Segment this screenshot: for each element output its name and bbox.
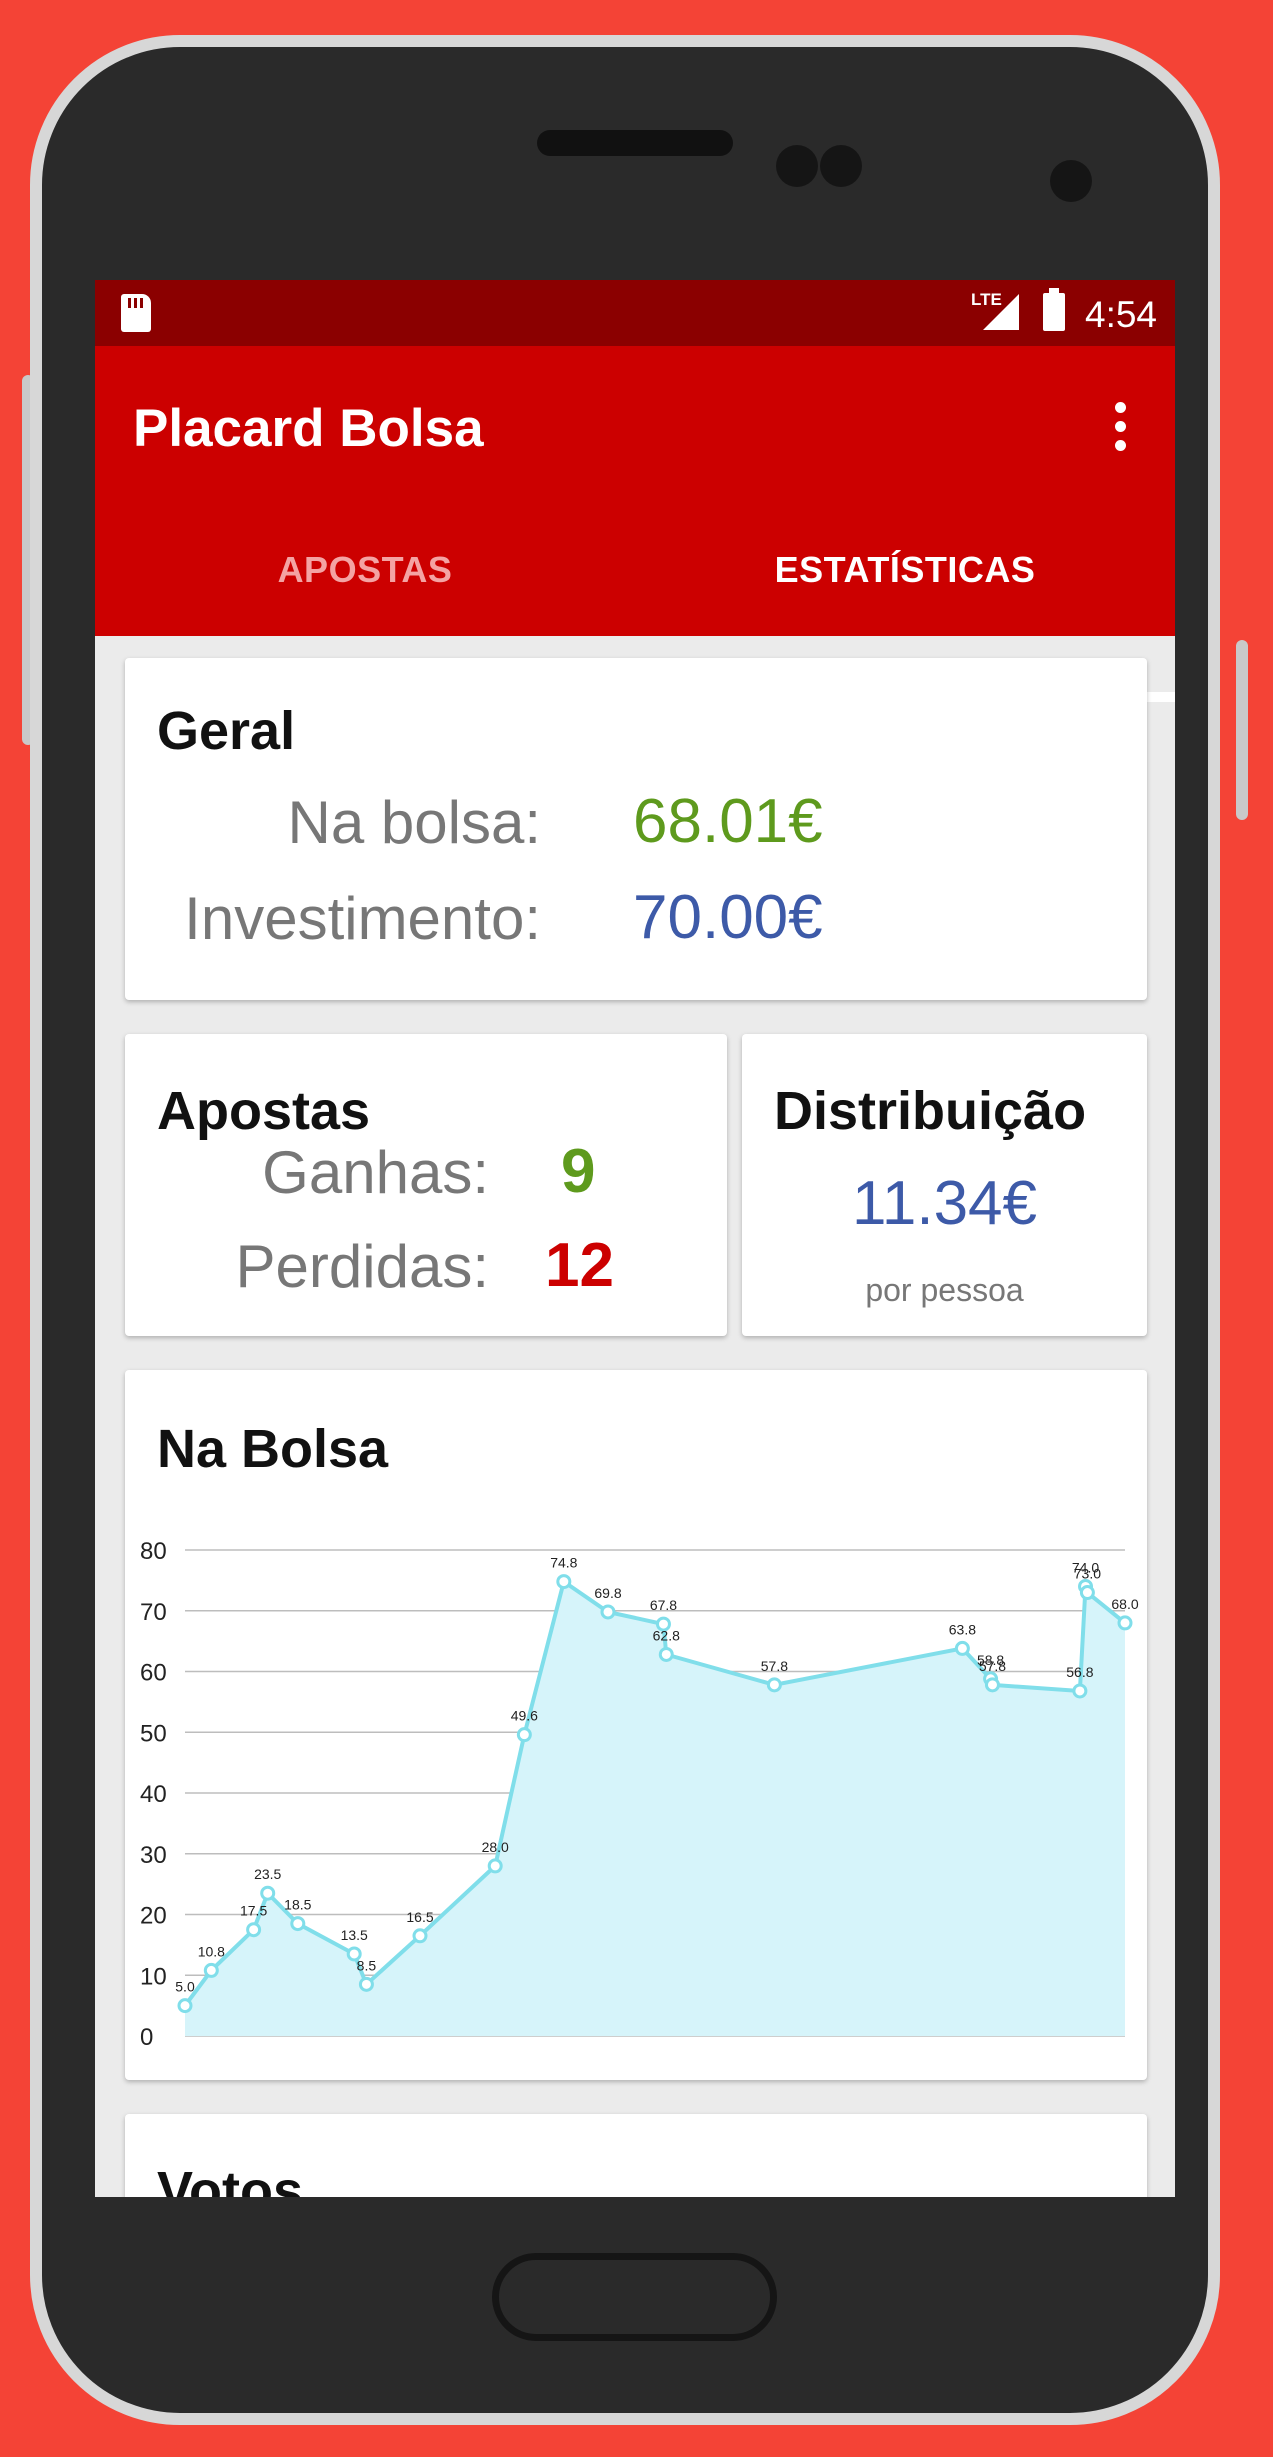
distribuicao-card: Distribuição 11.34€ por pessoa bbox=[742, 1034, 1147, 1336]
tab-estatisticas[interactable]: ESTATÍSTICAS bbox=[635, 536, 1175, 636]
tab-apostas[interactable]: APOSTAS bbox=[95, 536, 635, 636]
battery-icon bbox=[1043, 288, 1065, 331]
distribuicao-title: Distribuição bbox=[774, 1081, 1087, 1141]
na-bolsa-label: Na bolsa: bbox=[287, 789, 541, 856]
data-point bbox=[1072, 1683, 1088, 1699]
phone-sensor-1 bbox=[776, 145, 818, 187]
na-bolsa-chart-card: Na Bolsa 0 10 20 30 40 50 60 70 80 5.0 10.8 17.5 23.… bbox=[125, 1370, 1147, 2080]
y-tick-label: 20 bbox=[140, 1903, 167, 1930]
data-label: 74.8 bbox=[550, 1555, 577, 1571]
series-area bbox=[185, 1581, 1125, 2036]
na-bolsa-value: 68.01€ bbox=[633, 787, 823, 856]
data-label: 10.8 bbox=[198, 1943, 225, 1959]
data-label: 8.5 bbox=[357, 1957, 377, 1973]
data-label: 13.5 bbox=[341, 1927, 368, 1943]
data-label: 28.0 bbox=[482, 1839, 509, 1855]
distribuicao-value: 11.34€ bbox=[851, 1169, 1038, 1238]
data-point bbox=[516, 1727, 532, 1743]
data-label: 17.5 bbox=[240, 1903, 267, 1919]
data-label: 57.8 bbox=[761, 1658, 788, 1674]
data-label: 5.0 bbox=[175, 1979, 195, 1995]
votos-card: Votos bbox=[125, 2114, 1147, 2197]
y-tick-label: 60 bbox=[140, 1660, 167, 1687]
data-point bbox=[290, 1916, 306, 1932]
investimento-label: Investimento: bbox=[184, 885, 541, 952]
phone-speaker bbox=[537, 130, 733, 156]
app-bar: Placard Bolsa APOSTAS ESTATÍSTICAS bbox=[95, 346, 1175, 702]
data-label: 63.8 bbox=[949, 1621, 976, 1637]
data-label: 16.5 bbox=[406, 1909, 433, 1925]
data-point bbox=[766, 1677, 782, 1693]
investimento-value: 70.00€ bbox=[633, 883, 823, 952]
overflow-menu-icon[interactable] bbox=[1115, 402, 1127, 456]
y-tick-label: 80 bbox=[140, 1538, 167, 1565]
home-button[interactable] bbox=[492, 2253, 777, 2341]
data-point bbox=[246, 1922, 262, 1938]
y-tick-label: 50 bbox=[140, 1720, 167, 1747]
phone-sensor-2 bbox=[820, 145, 862, 187]
data-point bbox=[600, 1604, 616, 1620]
data-point bbox=[1117, 1615, 1133, 1631]
data-label: 57.8 bbox=[979, 1658, 1006, 1674]
ganhas-value: 9 bbox=[561, 1137, 596, 1206]
data-point bbox=[954, 1640, 970, 1656]
data-label: 69.8 bbox=[594, 1585, 621, 1601]
status-bar: LTE 4:54 bbox=[95, 280, 1175, 346]
data-label: 49.6 bbox=[511, 1708, 538, 1724]
geral-title: Geral bbox=[157, 701, 296, 761]
apostas-title: Apostas bbox=[157, 1081, 371, 1141]
data-point bbox=[1079, 1585, 1095, 1601]
data-label: 18.5 bbox=[284, 1897, 311, 1913]
app-title: Placard Bolsa bbox=[133, 399, 484, 458]
geral-card: Geral Na bolsa: 68.01€ Investimento: 70.… bbox=[125, 658, 1147, 1000]
data-label: 62.8 bbox=[653, 1627, 680, 1643]
data-label: 68.0 bbox=[1111, 1596, 1138, 1612]
data-point bbox=[412, 1928, 428, 1944]
na-bolsa-chart: 0 10 20 30 40 50 60 70 80 5.0 10.8 17.5 23.518.5 13.5… bbox=[140, 1538, 1139, 2051]
front-camera bbox=[1050, 160, 1092, 202]
y-tick-label: 10 bbox=[140, 1963, 167, 1990]
y-tick-label: 0 bbox=[140, 2024, 153, 2051]
chart-card-title: Na Bolsa bbox=[157, 1419, 389, 1479]
phone-side-button-right bbox=[1236, 640, 1248, 820]
data-point bbox=[203, 1962, 219, 1978]
sd-card-icon bbox=[121, 294, 151, 332]
perdidas-label: Perdidas: bbox=[235, 1233, 489, 1300]
data-point bbox=[358, 1976, 374, 1992]
y-tick-label: 40 bbox=[140, 1781, 167, 1808]
data-point bbox=[556, 1574, 572, 1590]
data-label: 56.8 bbox=[1066, 1664, 1093, 1680]
ganhas-label: Ganhas: bbox=[262, 1139, 489, 1206]
signal-icon bbox=[983, 294, 1019, 330]
data-label: 67.8 bbox=[650, 1597, 677, 1613]
y-tick-label: 30 bbox=[140, 1842, 167, 1869]
data-label: 73.0 bbox=[1074, 1566, 1101, 1582]
apostas-card: Apostas Ganhas: 9 Perdidas: 12 bbox=[125, 1034, 727, 1336]
distribuicao-caption: por pessoa bbox=[865, 1272, 1024, 1308]
data-label: 23.5 bbox=[254, 1866, 281, 1882]
y-tick-label: 70 bbox=[140, 1599, 167, 1626]
data-point bbox=[177, 1998, 193, 2014]
data-point bbox=[984, 1677, 1000, 1693]
perdidas-value: 12 bbox=[545, 1231, 614, 1300]
votos-title: Votos bbox=[157, 2161, 303, 2197]
data-point bbox=[658, 1646, 674, 1662]
status-time: 4:54 bbox=[1085, 294, 1158, 335]
data-point bbox=[487, 1858, 503, 1874]
data-point bbox=[260, 1885, 276, 1901]
screen: LTE 4:54 Placard Bolsa APOSTAS ESTATÍSTI… bbox=[95, 280, 1175, 2197]
